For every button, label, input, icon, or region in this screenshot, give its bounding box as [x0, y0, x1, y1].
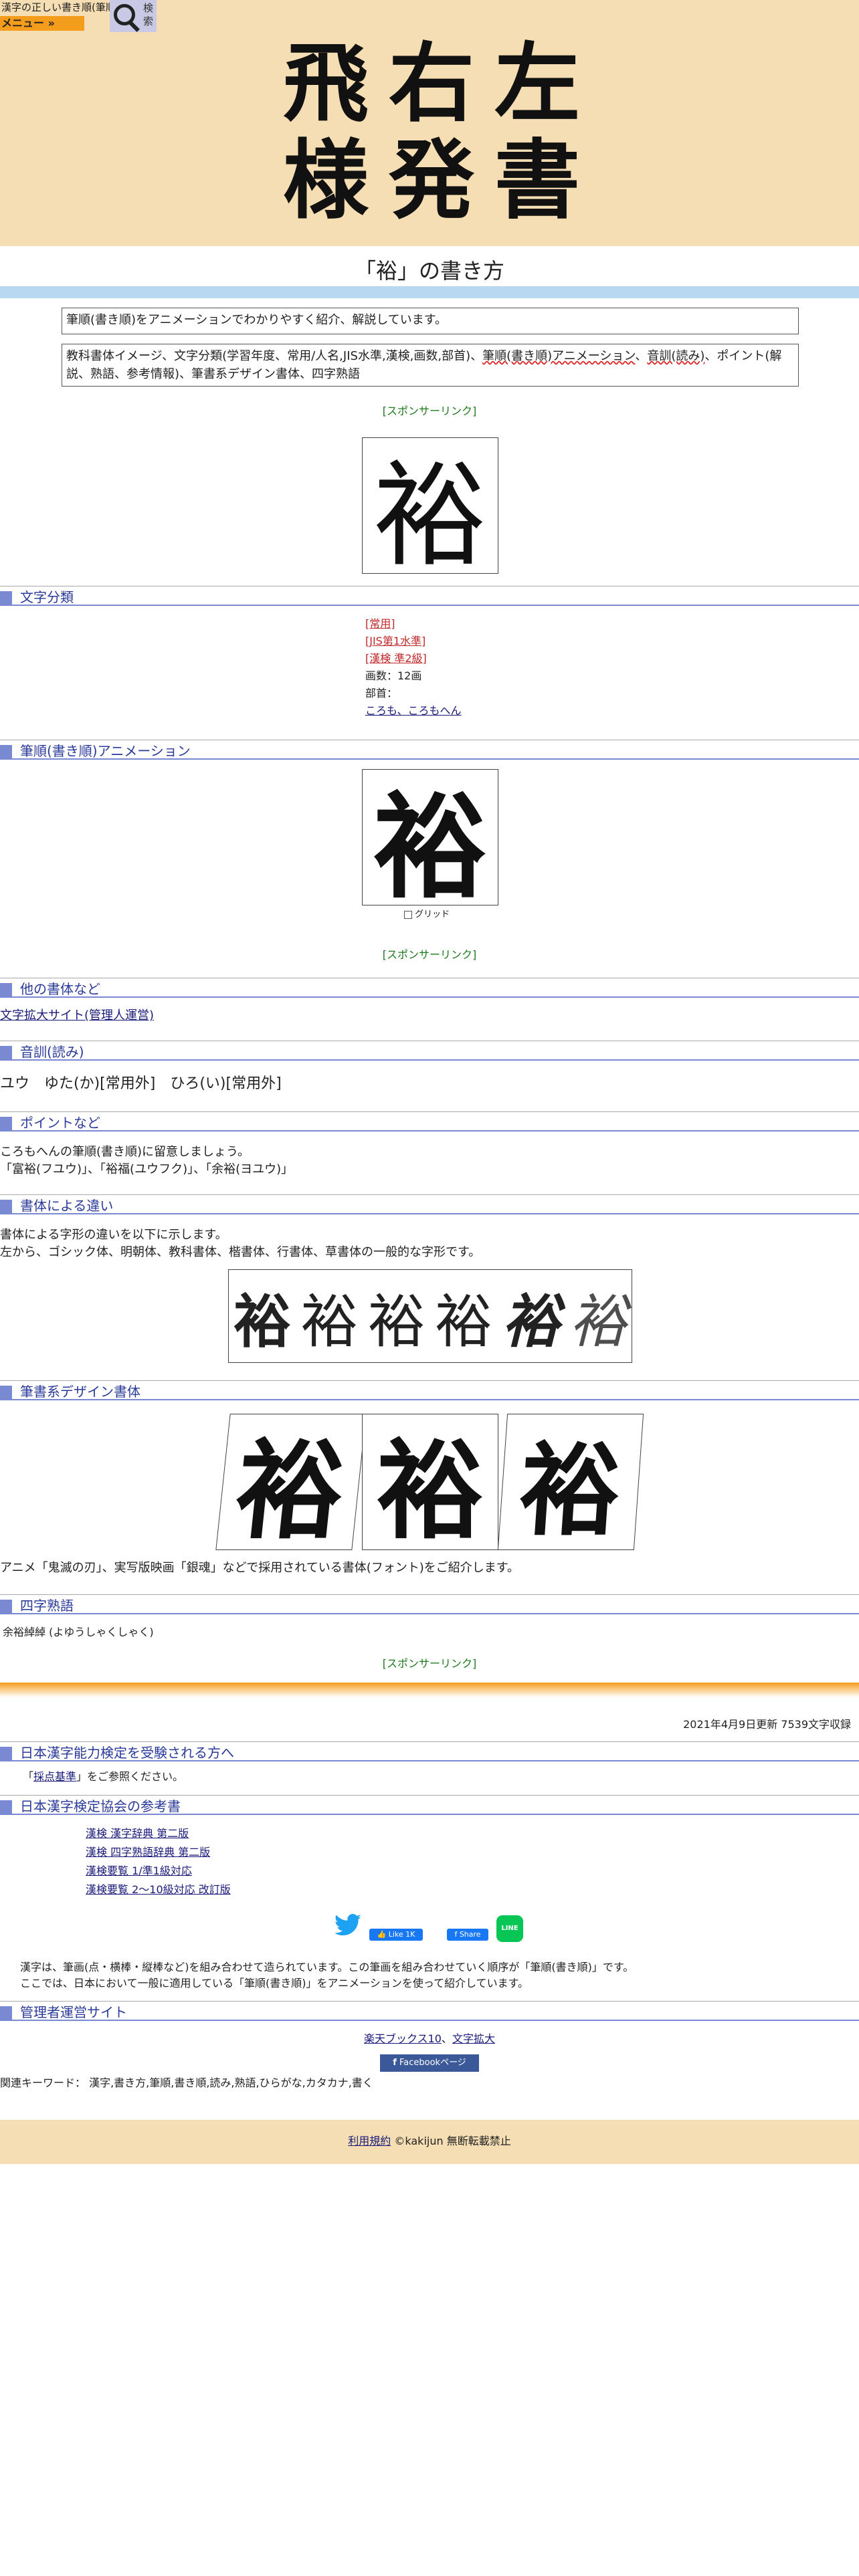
brush-design-caption: アニメ「鬼滅の刃」、実写版映画「銀魂」などで採用されている書体(フォント)をご紹…	[0, 1561, 519, 1575]
top-bar: 漢字の正しい書き順(筆順) メニュー » 検索	[0, 0, 859, 32]
section-brush-design: 筆書系デザイン書体	[0, 1380, 859, 1400]
kanji-kaisho: 裕	[435, 1288, 493, 1356]
stroke-count: 画数：12画	[365, 669, 422, 682]
jis-badge[interactable]: [JIS第1水準]	[365, 633, 462, 650]
facebook-share-button[interactable]: f Share	[447, 1929, 488, 1941]
zoom-site-link[interactable]: 文字拡大サイト(管理人運営)	[0, 1008, 154, 1023]
link-reading[interactable]: 音訓(読み)	[647, 349, 704, 363]
section-classification: 文字分類	[0, 586, 859, 606]
scoring-link[interactable]: 採点基準	[33, 1770, 76, 1783]
site-logo[interactable]: 漢字の正しい書き順(筆順) メニュー »	[0, 0, 120, 31]
sponsor-link[interactable]: [スポンサーリンク]	[0, 402, 859, 418]
sponsor-link[interactable]: [スポンサーリンク]	[0, 946, 859, 962]
section-kanken: 日本漢字能力検定を受験される方へ	[0, 1741, 859, 1761]
section-title: 四字熟語	[20, 1598, 74, 1614]
kanji-sosho: 裕	[569, 1288, 627, 1356]
facebook-page-button[interactable]: f Facebookページ	[380, 2054, 479, 2072]
section-points: ポイントなど	[0, 1111, 859, 1132]
kanji-gothic: 裕	[233, 1288, 292, 1356]
rakuten-link[interactable]: 楽天ブックス10	[364, 2032, 442, 2045]
book-link[interactable]: 漢検 四字熟語辞典 第二版	[86, 1846, 210, 1858]
logo-text: 漢字の正しい書き順(筆順)	[1, 1, 120, 13]
section-other-fonts: 他の書体など	[0, 978, 859, 998]
section-title: 筆書系デザイン書体	[20, 1384, 140, 1400]
section-title: 日本漢字検定協会の参考書	[20, 1798, 181, 1814]
grid-label: グリッド	[415, 909, 450, 920]
reading-text: ユウ ゆた(か)[常用外] ひろ(い)[常用外]	[0, 1075, 282, 1092]
section-title: 日本漢字能力検定を受験される方へ	[20, 1745, 234, 1761]
grid-toggle[interactable]: グリッド	[404, 907, 450, 920]
search-button[interactable]: 検索	[110, 0, 157, 32]
classification-list: [常用] [JIS第1水準] [漢検 準2級] 画数：12画 部首： ころも、こ…	[365, 615, 462, 720]
header-title-line1: 飛右左	[282, 33, 600, 134]
brush-font-1: 裕	[215, 1414, 367, 1553]
section-title: 他の書体など	[20, 981, 100, 997]
reference-books: 漢検 漢字辞典 第二版 漢検 四字熟語辞典 第二版 漢検要覧 1/準1級対応 漢…	[86, 1824, 231, 1899]
brush-font-3: 裕	[497, 1414, 644, 1550]
content-divider	[0, 1683, 859, 1697]
section-title: 音訓(読み)	[20, 1044, 84, 1060]
kanji-gyosho: 裕	[502, 1287, 560, 1356]
section-admin-sites: 管理者運営サイト	[0, 2001, 859, 2021]
book-link[interactable]: 漢検要覧 1/準1級対応	[86, 1864, 192, 1877]
yoji-text: 余裕綽綽 (よゆうしゃくしゃく)	[3, 1626, 154, 1638]
points-text: ころもへんの筆順(書き順)に留意しましょう。 「富裕(フユウ)」、「裕福(ユウフ…	[0, 1145, 294, 1176]
updated-date: 2021年4月9日更新 7539文字収録	[683, 1718, 851, 1731]
kanken-badge[interactable]: [漢検 準2級]	[365, 650, 462, 667]
section-reading: 音訓(読み)	[0, 1041, 859, 1061]
link-animation[interactable]: 筆順(書き順)アニメーション	[482, 349, 635, 363]
section-title: 文字分類	[20, 589, 74, 605]
facebook-icon: f	[393, 2058, 397, 2068]
facebook-like-button[interactable]: 👍 Like 1K	[369, 1929, 423, 1941]
section-title: 管理者運営サイト	[20, 2004, 127, 2020]
bushu-link[interactable]: ころも、ころもへん	[365, 704, 462, 717]
sponsor-link[interactable]: [スポンサーリンク]	[0, 1654, 859, 1671]
menu-button[interactable]: メニュー »	[0, 16, 84, 31]
grid-checkbox[interactable]	[404, 910, 412, 919]
footer: 利用規約 ©kakijun 無断転載禁止	[0, 2120, 859, 2164]
stroke-order-animation: 裕	[362, 769, 498, 914]
thumbs-up-icon: 👍	[377, 1930, 387, 1939]
font-diff-text: 書体による字形の違いを以下に示します。 左から、ゴシック体、明朝体、教科書体、楷…	[0, 1228, 481, 1259]
kanken-note: 「採点基準」をご参照ください。	[23, 1770, 184, 1783]
bushu-label: 部首：	[365, 687, 398, 700]
book-link[interactable]: 漢検要覧 2～10級対応 改訂版	[86, 1883, 231, 1896]
terms-link[interactable]: 利用規約	[348, 2135, 391, 2147]
facebook-icon: f	[454, 1930, 458, 1939]
copyright: ©kakijun 無断転載禁止	[394, 2135, 511, 2147]
brush-font-2: 裕	[362, 1414, 498, 1553]
section-yoji: 四字熟語	[0, 1594, 859, 1614]
search-label: 検索	[143, 2, 154, 27]
line-share-button[interactable]: LINE	[496, 1915, 523, 1942]
contents-box: 教科書体イメージ、文字分類(学習年度、常用/人名,JIS水準,漢検,画数,部首)…	[62, 344, 799, 387]
intro-text: 筆順(書き順)をアニメーションでわかりやすく紹介、解説しています。	[66, 313, 447, 327]
title-divider	[0, 286, 859, 298]
kanji-textbook: 裕	[367, 1289, 425, 1354]
section-font-diff: 書体による違い	[0, 1194, 859, 1214]
section-title: 筆順(書き順)アニメーション	[20, 743, 191, 759]
header-title-line2: 様発書	[282, 130, 600, 231]
admin-links: 楽天ブックス10、文字拡大	[364, 2032, 495, 2045]
section-title: ポイントなど	[20, 1115, 100, 1131]
joyo-badge[interactable]: [常用]	[365, 615, 462, 633]
related-keywords: 関連キーワード： 漢字,書き方,筆順,書き順,読み,熟語,ひらがな,カタカナ,書…	[0, 2076, 373, 2089]
line-icon: LINE	[501, 1925, 518, 1932]
section-title: 書体による違い	[20, 1198, 114, 1214]
header-title: 飛右左 様発書	[227, 33, 656, 234]
explain-text: 漢字は、筆画(点・横棒・縦棒など)を組み合わせて造られています。この筆画を組み合…	[20, 1961, 634, 1990]
kanji-textbook-image: 裕	[362, 437, 498, 582]
book-link[interactable]: 漢検 漢字辞典 第二版	[86, 1827, 189, 1840]
font-comparison-image: 裕 裕 裕 裕 裕 裕	[228, 1269, 632, 1363]
page-title: 「裕」の書き方	[354, 258, 504, 284]
twitter-icon[interactable]	[333, 1914, 363, 1941]
kanji-mincho: 裕	[300, 1288, 359, 1356]
intro-box: 筆順(書き順)をアニメーションでわかりやすく紹介、解説しています。	[62, 308, 799, 334]
zoom-link[interactable]: 文字拡大	[452, 2032, 495, 2045]
section-kanken-ref: 日本漢字検定協会の参考書	[0, 1795, 859, 1815]
